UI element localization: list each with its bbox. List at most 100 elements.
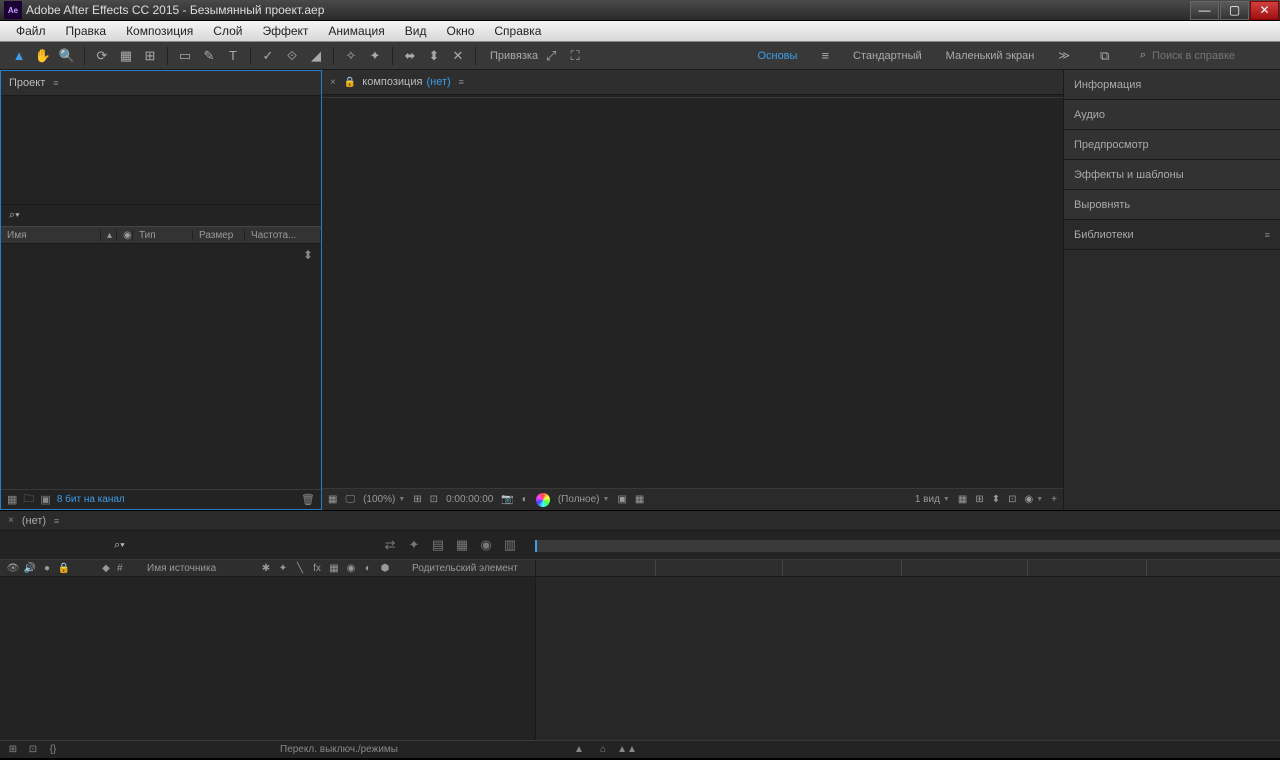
exposure-icon[interactable]: ◉▼ xyxy=(1024,494,1043,505)
lock-column-icon[interactable]: 🔒 xyxy=(57,561,71,575)
panel-effects[interactable]: Эффекты и шаблоны xyxy=(1064,160,1280,190)
shy-icon[interactable]: ✱ xyxy=(259,561,273,575)
close-button[interactable]: ✕ xyxy=(1250,1,1279,20)
col-tag-icon[interactable]: ◉ xyxy=(117,230,133,241)
comp-mini-flowchart-icon[interactable]: ⇄ xyxy=(383,538,397,552)
3d-col-icon[interactable]: ⬢ xyxy=(378,561,392,575)
workspace-standard[interactable]: Стандартный xyxy=(853,50,922,62)
col-type[interactable]: Тип xyxy=(133,230,193,241)
menu-help[interactable]: Справка xyxy=(484,22,551,40)
snapping-box-icon[interactable]: ⛶ xyxy=(564,45,586,67)
help-search-input[interactable] xyxy=(1152,50,1262,62)
motion-blur-icon[interactable]: ◉ xyxy=(479,538,493,552)
axis-local-icon[interactable]: ⬌ xyxy=(399,45,421,67)
lock-icon[interactable]: 🔒 xyxy=(344,77,356,88)
menu-layer[interactable]: Слой xyxy=(203,22,252,40)
view-count[interactable]: 1 вид▼ xyxy=(915,494,950,505)
bit-depth[interactable]: 8 бит на канал xyxy=(57,494,125,505)
folder-icon[interactable]: 🗀 xyxy=(23,490,34,509)
interpret-icon[interactable]: ▦ xyxy=(7,493,17,506)
view-icon-3[interactable]: ⬍ xyxy=(992,494,1000,505)
plus-icon[interactable]: + xyxy=(1051,494,1057,505)
zoom-out-icon[interactable]: ▲ xyxy=(572,743,586,757)
timeline-layer-list[interactable] xyxy=(0,577,535,740)
panel-libraries[interactable]: Библиотеки ≡ xyxy=(1064,220,1280,250)
panel-menu-icon[interactable]: ≡ xyxy=(53,78,58,88)
composition-panel-header[interactable]: × 🔒 композиция (нет) ≡ xyxy=(322,70,1063,95)
project-tree[interactable]: ⬍ xyxy=(1,244,321,489)
graph-editor-icon[interactable]: ▥ xyxy=(503,538,517,552)
grid-icon[interactable]: ⊡ xyxy=(430,494,438,505)
eraser-tool-icon[interactable]: ◢ xyxy=(305,45,327,67)
current-time[interactable]: 0:00:00:00 xyxy=(446,494,493,505)
menu-file[interactable]: Файл xyxy=(6,22,56,40)
col-freq[interactable]: Частота... xyxy=(245,230,321,241)
toggle-brackets-icon[interactable]: {} xyxy=(46,743,60,757)
brush-tool-icon[interactable]: ✓ xyxy=(257,45,279,67)
zoom-home-icon[interactable]: ⌂ xyxy=(596,743,610,757)
axis-world-icon[interactable]: ⬍ xyxy=(423,45,445,67)
draft-3d-icon[interactable]: ✦ xyxy=(407,538,421,552)
snapshot-icon[interactable]: 📷 xyxy=(501,494,513,505)
active-camera-icon[interactable]: ▦ xyxy=(328,494,337,505)
workspace-small[interactable]: Маленький экран xyxy=(946,50,1035,62)
rect-tool-icon[interactable]: ▭ xyxy=(174,45,196,67)
panel-align[interactable]: Выровнять xyxy=(1064,190,1280,220)
panel-info[interactable]: Информация xyxy=(1064,70,1280,100)
reset-workspace-icon[interactable]: ⧉ xyxy=(1094,45,1116,67)
selection-tool-icon[interactable]: ▲ xyxy=(8,45,30,67)
view-icon-2[interactable]: ⊞ xyxy=(975,494,983,505)
panel-menu-icon[interactable]: ≡ xyxy=(459,77,464,87)
flowchart-icon[interactable]: ⬍ xyxy=(303,248,313,262)
quality-select[interactable]: (Полное)▼ xyxy=(558,494,610,505)
menu-animation[interactable]: Анимация xyxy=(318,22,394,40)
composition-viewer[interactable] xyxy=(322,97,1063,488)
panel-menu-icon[interactable]: ≡ xyxy=(54,516,59,526)
eye-column-icon[interactable]: 👁 xyxy=(6,561,20,575)
maximize-button[interactable]: ▢ xyxy=(1220,1,1249,20)
roto-tool-icon[interactable]: ✧ xyxy=(340,45,362,67)
panel-audio[interactable]: Аудио xyxy=(1064,100,1280,130)
menu-effect[interactable]: Эффект xyxy=(252,22,318,40)
timeline-header[interactable]: × (нет) ≡ xyxy=(0,511,1280,531)
audio-column-icon[interactable]: 🔊 xyxy=(23,561,37,575)
col-hash[interactable]: # xyxy=(117,563,131,574)
close-tab-icon[interactable]: × xyxy=(330,77,336,88)
menu-edit[interactable]: Правка xyxy=(56,22,117,40)
motion-blur-col-icon[interactable]: ◉ xyxy=(344,561,358,575)
panel-preview[interactable]: Предпросмотр xyxy=(1064,130,1280,160)
text-tool-icon[interactable]: T xyxy=(222,45,244,67)
toggle-switches-icon[interactable]: ⊞ xyxy=(6,743,20,757)
col-source[interactable]: Имя источника xyxy=(135,563,245,574)
clone-tool-icon[interactable]: ⟐ xyxy=(281,45,303,67)
menu-composition[interactable]: Композиция xyxy=(116,22,203,40)
snapping-toggle-icon[interactable]: ⤢ xyxy=(540,45,562,67)
zoom-level[interactable]: (100%)▼ xyxy=(363,494,405,505)
show-channel-icon[interactable]: ◐ xyxy=(522,494,528,505)
color-channels-icon[interactable] xyxy=(536,493,550,507)
quality-col-icon[interactable]: ╲ xyxy=(293,561,307,575)
pan-behind-tool-icon[interactable]: ⊞ xyxy=(139,45,161,67)
workspace-more[interactable]: ≫ xyxy=(1058,49,1070,62)
panel-menu-icon[interactable]: ≡ xyxy=(1265,230,1270,240)
timeline-tracks[interactable] xyxy=(535,577,1280,740)
col-name[interactable]: Имя xyxy=(1,230,101,241)
timeline-search[interactable]: ⌕▾ xyxy=(108,536,328,554)
toggle-switches-label[interactable]: Перекл. выключ./режимы xyxy=(280,744,398,755)
minimize-button[interactable]: — xyxy=(1190,1,1219,20)
workspace-menu-icon[interactable]: ≡ xyxy=(821,45,829,67)
puppet-tool-icon[interactable]: ✦ xyxy=(364,45,386,67)
hand-tool-icon[interactable]: ✋ xyxy=(32,45,54,67)
close-tab-icon[interactable]: × xyxy=(8,515,14,526)
label-column-icon[interactable]: ◆ xyxy=(99,561,113,575)
camera-tool-icon[interactable]: ▦ xyxy=(115,45,137,67)
col-parent[interactable]: Родительский элемент xyxy=(396,563,518,574)
pen-tool-icon[interactable]: ✎ xyxy=(198,45,220,67)
menu-window[interactable]: Окно xyxy=(436,22,484,40)
collapse-icon[interactable]: ✦ xyxy=(276,561,290,575)
transparency-icon[interactable]: ▦ xyxy=(635,494,644,505)
workspace-basics[interactable]: Основы xyxy=(757,50,797,62)
search-icon[interactable]: ⌕▾ xyxy=(9,209,20,222)
solo-column-icon[interactable]: ● xyxy=(40,561,54,575)
frame-blend-icon[interactable]: ▦ xyxy=(455,538,469,552)
